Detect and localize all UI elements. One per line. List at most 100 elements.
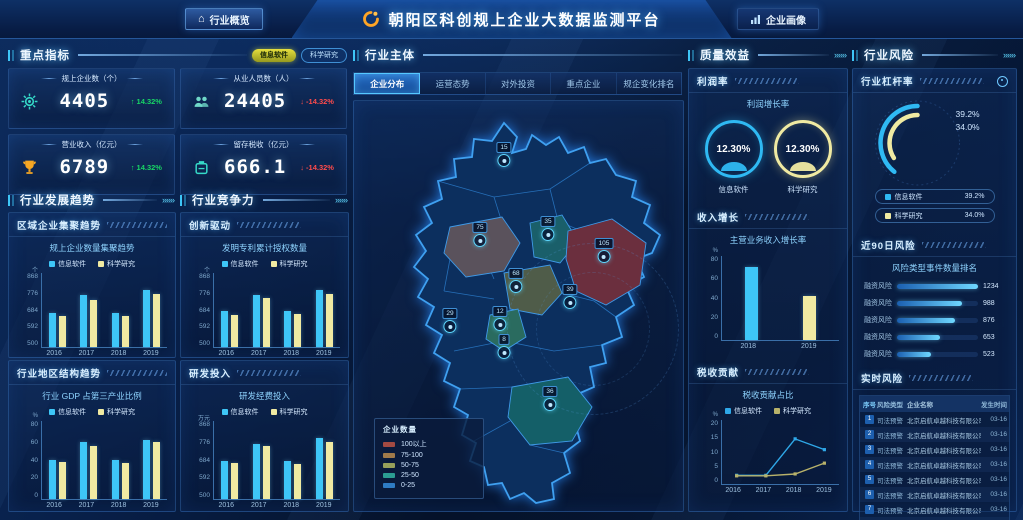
map-marker[interactable]: 39 bbox=[562, 284, 577, 309]
dashboard: 朝阳区科创规上企业大数据监测平台 ⌂ 行业概览 企业画像 重点指标 信息软件 科… bbox=[0, 0, 1023, 520]
profit-gauges: 12.30%信息软件12.30%科学研究 bbox=[689, 112, 847, 199]
x-tick: 2017 bbox=[70, 350, 102, 357]
occur-time: 03-16 bbox=[981, 446, 1007, 453]
risk-type: 司法预警 bbox=[877, 460, 907, 470]
nav-enterprise-portrait[interactable]: 企业画像 bbox=[737, 8, 819, 30]
stat-label: 营业收入（亿元） bbox=[17, 139, 166, 150]
bar-group bbox=[214, 273, 246, 347]
gauge-ring: 12.30% bbox=[705, 120, 763, 178]
x-tick: 2016 bbox=[210, 502, 243, 509]
legend-label: 科学研究 bbox=[107, 259, 135, 269]
section-dev-trend: 行业发展趋势 »»» bbox=[8, 191, 174, 209]
more-button[interactable]: »»» bbox=[1003, 50, 1015, 60]
bar-group bbox=[214, 421, 246, 499]
map-marker[interactable]: 15 bbox=[496, 142, 511, 167]
axis-tick: 15 bbox=[711, 434, 718, 441]
bar-track bbox=[897, 301, 978, 306]
x-tick: 2018 bbox=[275, 350, 308, 357]
x-axis: 2016201720182019 bbox=[210, 348, 340, 357]
gauge: 12.30%信息软件 bbox=[705, 120, 763, 195]
plot-area bbox=[41, 273, 167, 348]
occur-time: 03-16 bbox=[981, 416, 1007, 423]
table-row[interactable]: 4司法预警北京启航卓越科技有限公司03-16 bbox=[860, 457, 1009, 472]
table-row[interactable]: 7司法预警北京启航卓越科技有限公司03-16 bbox=[860, 502, 1009, 517]
legend-swatch bbox=[383, 442, 395, 447]
column-header: 序号 bbox=[862, 399, 877, 409]
table-header: 序号风险类型企业名称发生时间 bbox=[860, 396, 1009, 412]
stat-body: 666.1↓ -14.32% bbox=[189, 156, 338, 178]
hatch-decoration bbox=[745, 369, 809, 375]
marker-count: 75 bbox=[472, 222, 487, 233]
legend-item: 科学研究 bbox=[774, 406, 811, 416]
table-row[interactable]: 6司法预警北京启航卓越科技有限公司03-16 bbox=[860, 487, 1009, 502]
table-row[interactable]: 1司法预警北京启航卓越科技有限公司03-16 bbox=[860, 412, 1009, 427]
filter-tag-software[interactable]: 信息软件 bbox=[252, 49, 296, 62]
x-tick: 2017 bbox=[70, 502, 102, 509]
map-marker[interactable]: 75 bbox=[472, 222, 487, 247]
marker-count: 36 bbox=[542, 386, 557, 397]
more-button[interactable]: »»» bbox=[834, 50, 846, 60]
map-marker[interactable]: 68 bbox=[508, 268, 523, 293]
section-risk: 行业风险 »»» bbox=[852, 46, 1015, 64]
chart-title: 主营业务收入增长率 bbox=[693, 234, 843, 246]
risk-bar-row: 融资风险523 bbox=[862, 349, 1007, 359]
map-marker[interactable]: 12 bbox=[492, 306, 507, 331]
nav-industry-overview[interactable]: ⌂ 行业概览 bbox=[185, 8, 263, 30]
chart-title: 规上企业数量集聚趋势 bbox=[13, 242, 171, 254]
company-name: 北京启航卓越科技有限公司 bbox=[907, 475, 981, 485]
bar bbox=[90, 300, 97, 347]
chart-title: 税收贡献占比 bbox=[693, 389, 843, 401]
info-icon[interactable] bbox=[997, 76, 1008, 87]
x-axis: 2016201720182019 bbox=[718, 485, 839, 494]
table-row[interactable]: 3司法预警北京启航卓越科技有限公司03-16 bbox=[860, 442, 1009, 457]
legend-label: 信息软件 bbox=[231, 259, 259, 269]
x-tick: 2016 bbox=[38, 350, 70, 357]
risk-type-label: 融资风险 bbox=[862, 298, 892, 308]
axis-tick: 40 bbox=[31, 457, 38, 464]
page-title: 朝阳区科创规上企业大数据监测平台 bbox=[388, 9, 660, 30]
chart-title: 利润增长率 bbox=[693, 98, 843, 110]
x-tick: 2019 bbox=[809, 487, 839, 494]
map-marker[interactable]: 29 bbox=[442, 308, 457, 333]
x-tick: 2018 bbox=[103, 350, 135, 357]
bar-fill bbox=[897, 301, 962, 306]
bar bbox=[153, 442, 160, 499]
axis-tick: 5 bbox=[714, 463, 718, 470]
table-row[interactable]: 2司法预警北京启航卓越科技有限公司03-16 bbox=[860, 427, 1009, 442]
marker-count: 35 bbox=[540, 216, 555, 227]
panel-risk: 行业杠杆率 39.2%34.0% 信息软件39.2%科学研究34.0% 近90日… bbox=[852, 68, 1017, 512]
map-marker[interactable]: 8 bbox=[498, 334, 511, 359]
tab-企业分布[interactable]: 企业分布 bbox=[354, 73, 420, 94]
map-marker[interactable]: 105 bbox=[595, 238, 614, 263]
tab-运营态势[interactable]: 运营态势 bbox=[420, 73, 485, 94]
more-button[interactable]: »»» bbox=[162, 195, 174, 205]
more-button[interactable]: »»» bbox=[335, 195, 347, 205]
axis-tick: 684 bbox=[199, 307, 210, 314]
filter-tag-research[interactable]: 科学研究 bbox=[301, 48, 347, 63]
risk-bar-row: 融资风险988 bbox=[862, 298, 1007, 308]
y-axis: %806040200 bbox=[697, 256, 721, 340]
x-tick: 2016 bbox=[210, 350, 243, 357]
section-title: 质量效益 bbox=[700, 47, 750, 63]
table-row[interactable]: 5司法预警北京启航卓越科技有限公司03-16 bbox=[860, 472, 1009, 487]
map-marker[interactable]: 35 bbox=[540, 216, 555, 241]
bar-group bbox=[73, 421, 104, 499]
legend-item: 科学研究 bbox=[271, 259, 308, 269]
risk-type: 司法预警 bbox=[877, 430, 907, 440]
map-marker[interactable]: 36 bbox=[542, 386, 557, 411]
tab-对外投资[interactable]: 对外投资 bbox=[486, 73, 551, 94]
legend-swatch bbox=[383, 453, 395, 458]
legend-swatch bbox=[885, 213, 891, 219]
legend-label: 科学研究 bbox=[280, 259, 308, 269]
axis-unit: % bbox=[713, 412, 718, 418]
section-marker-icon bbox=[8, 50, 15, 61]
tab-规企变化排名[interactable]: 规企变化排名 bbox=[617, 73, 681, 94]
row-index-badge: 6 bbox=[865, 490, 874, 499]
tab-重点企业[interactable]: 重点企业 bbox=[551, 73, 616, 94]
people-icon bbox=[193, 93, 210, 110]
legend-label: 科学研究 bbox=[107, 407, 135, 417]
row-index-badge: 5 bbox=[865, 475, 874, 484]
bar-track bbox=[897, 318, 978, 323]
company-name: 北京启航卓越科技有限公司 bbox=[907, 460, 981, 470]
gauge-value: 12.30% bbox=[786, 144, 820, 155]
